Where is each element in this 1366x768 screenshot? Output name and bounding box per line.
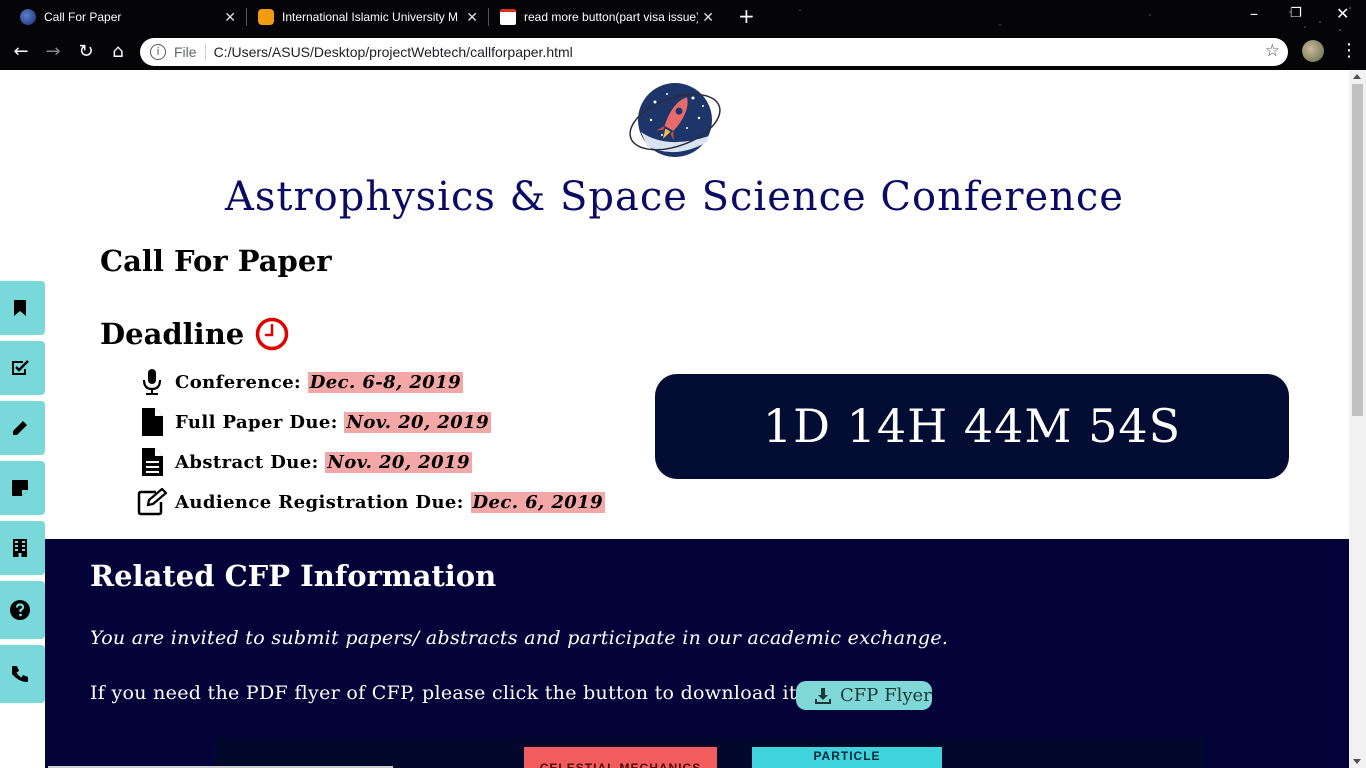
section-heading: Related CFP Information <box>90 559 497 593</box>
reload-icon[interactable]: ↻ <box>74 40 98 64</box>
tab-strip: Call For Paper ✕ International Islamic U… <box>0 0 1366 34</box>
deadline-label: Deadline <box>100 317 245 351</box>
url-text[interactable]: C:/Users/ASUS/Desktop/projectWebtech/cal… <box>214 44 573 60</box>
cfp-flyer-download-button[interactable]: CFP Flyer <box>796 681 932 710</box>
scroll-up-arrow-icon[interactable] <box>1353 74 1361 79</box>
info-icon[interactable]: i <box>150 44 166 60</box>
tab-call-for-paper[interactable]: Call For Paper ✕ <box>0 0 246 34</box>
navigation-bar: ← → ↻ ⌂ i File C:/Users/ASUS/Desktop/pro… <box>0 34 1366 70</box>
deadline-item-registration: Audience Registration Due: Dec. 6, 2019 <box>136 486 606 518</box>
close-tab-icon[interactable]: ✕ <box>466 9 478 25</box>
page-viewport: Astrophysics & Space Science Conference … <box>0 70 1349 768</box>
deadline-date: Nov. 20, 2019 <box>344 411 491 433</box>
countdown-timer: 1D 14H 44M 54S <box>655 374 1289 479</box>
question-circle-icon <box>9 600 30 620</box>
deadline-date: Dec. 6-8, 2019 <box>307 371 464 393</box>
tab-title: International Islamic University M <box>282 10 459 24</box>
home-icon[interactable]: ⌂ <box>106 40 130 64</box>
side-button-notes[interactable] <box>0 461 45 515</box>
back-arrow-icon[interactable]: ← <box>9 40 33 64</box>
side-button-bookmark[interactable] <box>0 281 45 335</box>
tab-title: Call For Paper <box>44 10 122 24</box>
cfp-topics-poster: CELESTIAL MECHANICS PARTICLE <box>214 737 1205 768</box>
side-button-venue[interactable] <box>0 521 45 575</box>
pencil-icon <box>12 421 27 435</box>
edit-icon <box>136 486 168 518</box>
tab-iium[interactable]: International Islamic University M ✕ <box>238 0 488 34</box>
file-text-icon <box>136 446 168 478</box>
scroll-down-arrow-icon[interactable] <box>1353 759 1361 764</box>
side-button-submit[interactable] <box>0 401 45 455</box>
microphone-icon <box>136 366 168 398</box>
sticky-note-icon <box>11 480 28 496</box>
close-window-icon[interactable]: ✕ <box>1336 4 1349 24</box>
related-cfp-section: Related CFP Information You are invited … <box>45 539 1349 768</box>
address-bar[interactable]: i File C:/Users/ASUS/Desktop/projectWebt… <box>140 38 1288 66</box>
restore-icon[interactable]: ❐ <box>1290 4 1302 24</box>
iium-favicon-icon <box>258 9 274 25</box>
deadline-label: Full Paper Due: <box>175 411 338 433</box>
deadline-heading: Deadline <box>100 317 289 351</box>
minimize-icon[interactable]: – <box>1250 4 1258 24</box>
browser-menu-icon[interactable]: ⋮ <box>1340 40 1358 62</box>
side-button-contact[interactable] <box>0 645 45 703</box>
side-button-checklist[interactable] <box>0 341 45 395</box>
vertical-scrollbar[interactable] <box>1349 70 1366 768</box>
gmail-favicon-icon <box>500 9 516 25</box>
planet-favicon-icon <box>20 9 36 25</box>
invite-text: You are invited to submit papers/ abstra… <box>90 627 949 649</box>
scrollbar-thumb[interactable] <box>1352 84 1363 416</box>
deadline-date: Dec. 6, 2019 <box>470 491 606 513</box>
deadline-label: Abstract Due: <box>175 451 319 473</box>
deadline-item-abstract: Abstract Due: Nov. 20, 2019 <box>136 446 472 478</box>
deadline-item-full-paper: Full Paper Due: Nov. 20, 2019 <box>136 406 491 438</box>
building-icon <box>12 539 27 557</box>
download-icon <box>815 687 831 704</box>
topic-chip-particle: PARTICLE <box>752 747 942 768</box>
conference-logo <box>629 83 721 157</box>
forward-arrow-icon[interactable]: → <box>41 40 65 64</box>
new-tab-icon[interactable]: + <box>738 5 755 27</box>
tab-gmail[interactable]: read more button(part visa issue) ✕ <box>480 0 724 34</box>
url-scheme: File <box>174 44 197 60</box>
deadline-item-conference: Conference: Dec. 6-8, 2019 <box>136 366 464 398</box>
close-tab-icon[interactable]: ✕ <box>224 9 236 25</box>
bookmark-icon <box>13 300 26 316</box>
deadline-date: Nov. 20, 2019 <box>325 451 472 473</box>
close-tab-icon[interactable]: ✕ <box>702 9 714 25</box>
file-icon <box>136 406 168 438</box>
check-square-icon <box>11 360 29 375</box>
deadline-label: Conference: <box>175 371 302 393</box>
url-divider <box>204 44 206 60</box>
deadline-label: Audience Registration Due: <box>175 491 464 513</box>
clock-icon <box>256 317 289 351</box>
flyer-button-label: CFP Flyer <box>840 685 932 706</box>
phone-icon <box>11 666 28 682</box>
bookmark-star-icon[interactable]: ☆ <box>1265 41 1280 61</box>
site-title: Astrophysics & Space Science Conference <box>225 174 1124 220</box>
profile-avatar[interactable] <box>1302 40 1324 62</box>
topic-chip-celestial-mechanics: CELESTIAL MECHANICS <box>524 747 717 768</box>
side-button-help[interactable] <box>0 581 45 639</box>
pdf-instruction-text: If you need the PDF flyer of CFP, please… <box>90 682 804 704</box>
tab-title: read more button(part visa issue) <box>524 10 698 24</box>
page-title: Call For Paper <box>100 244 332 278</box>
